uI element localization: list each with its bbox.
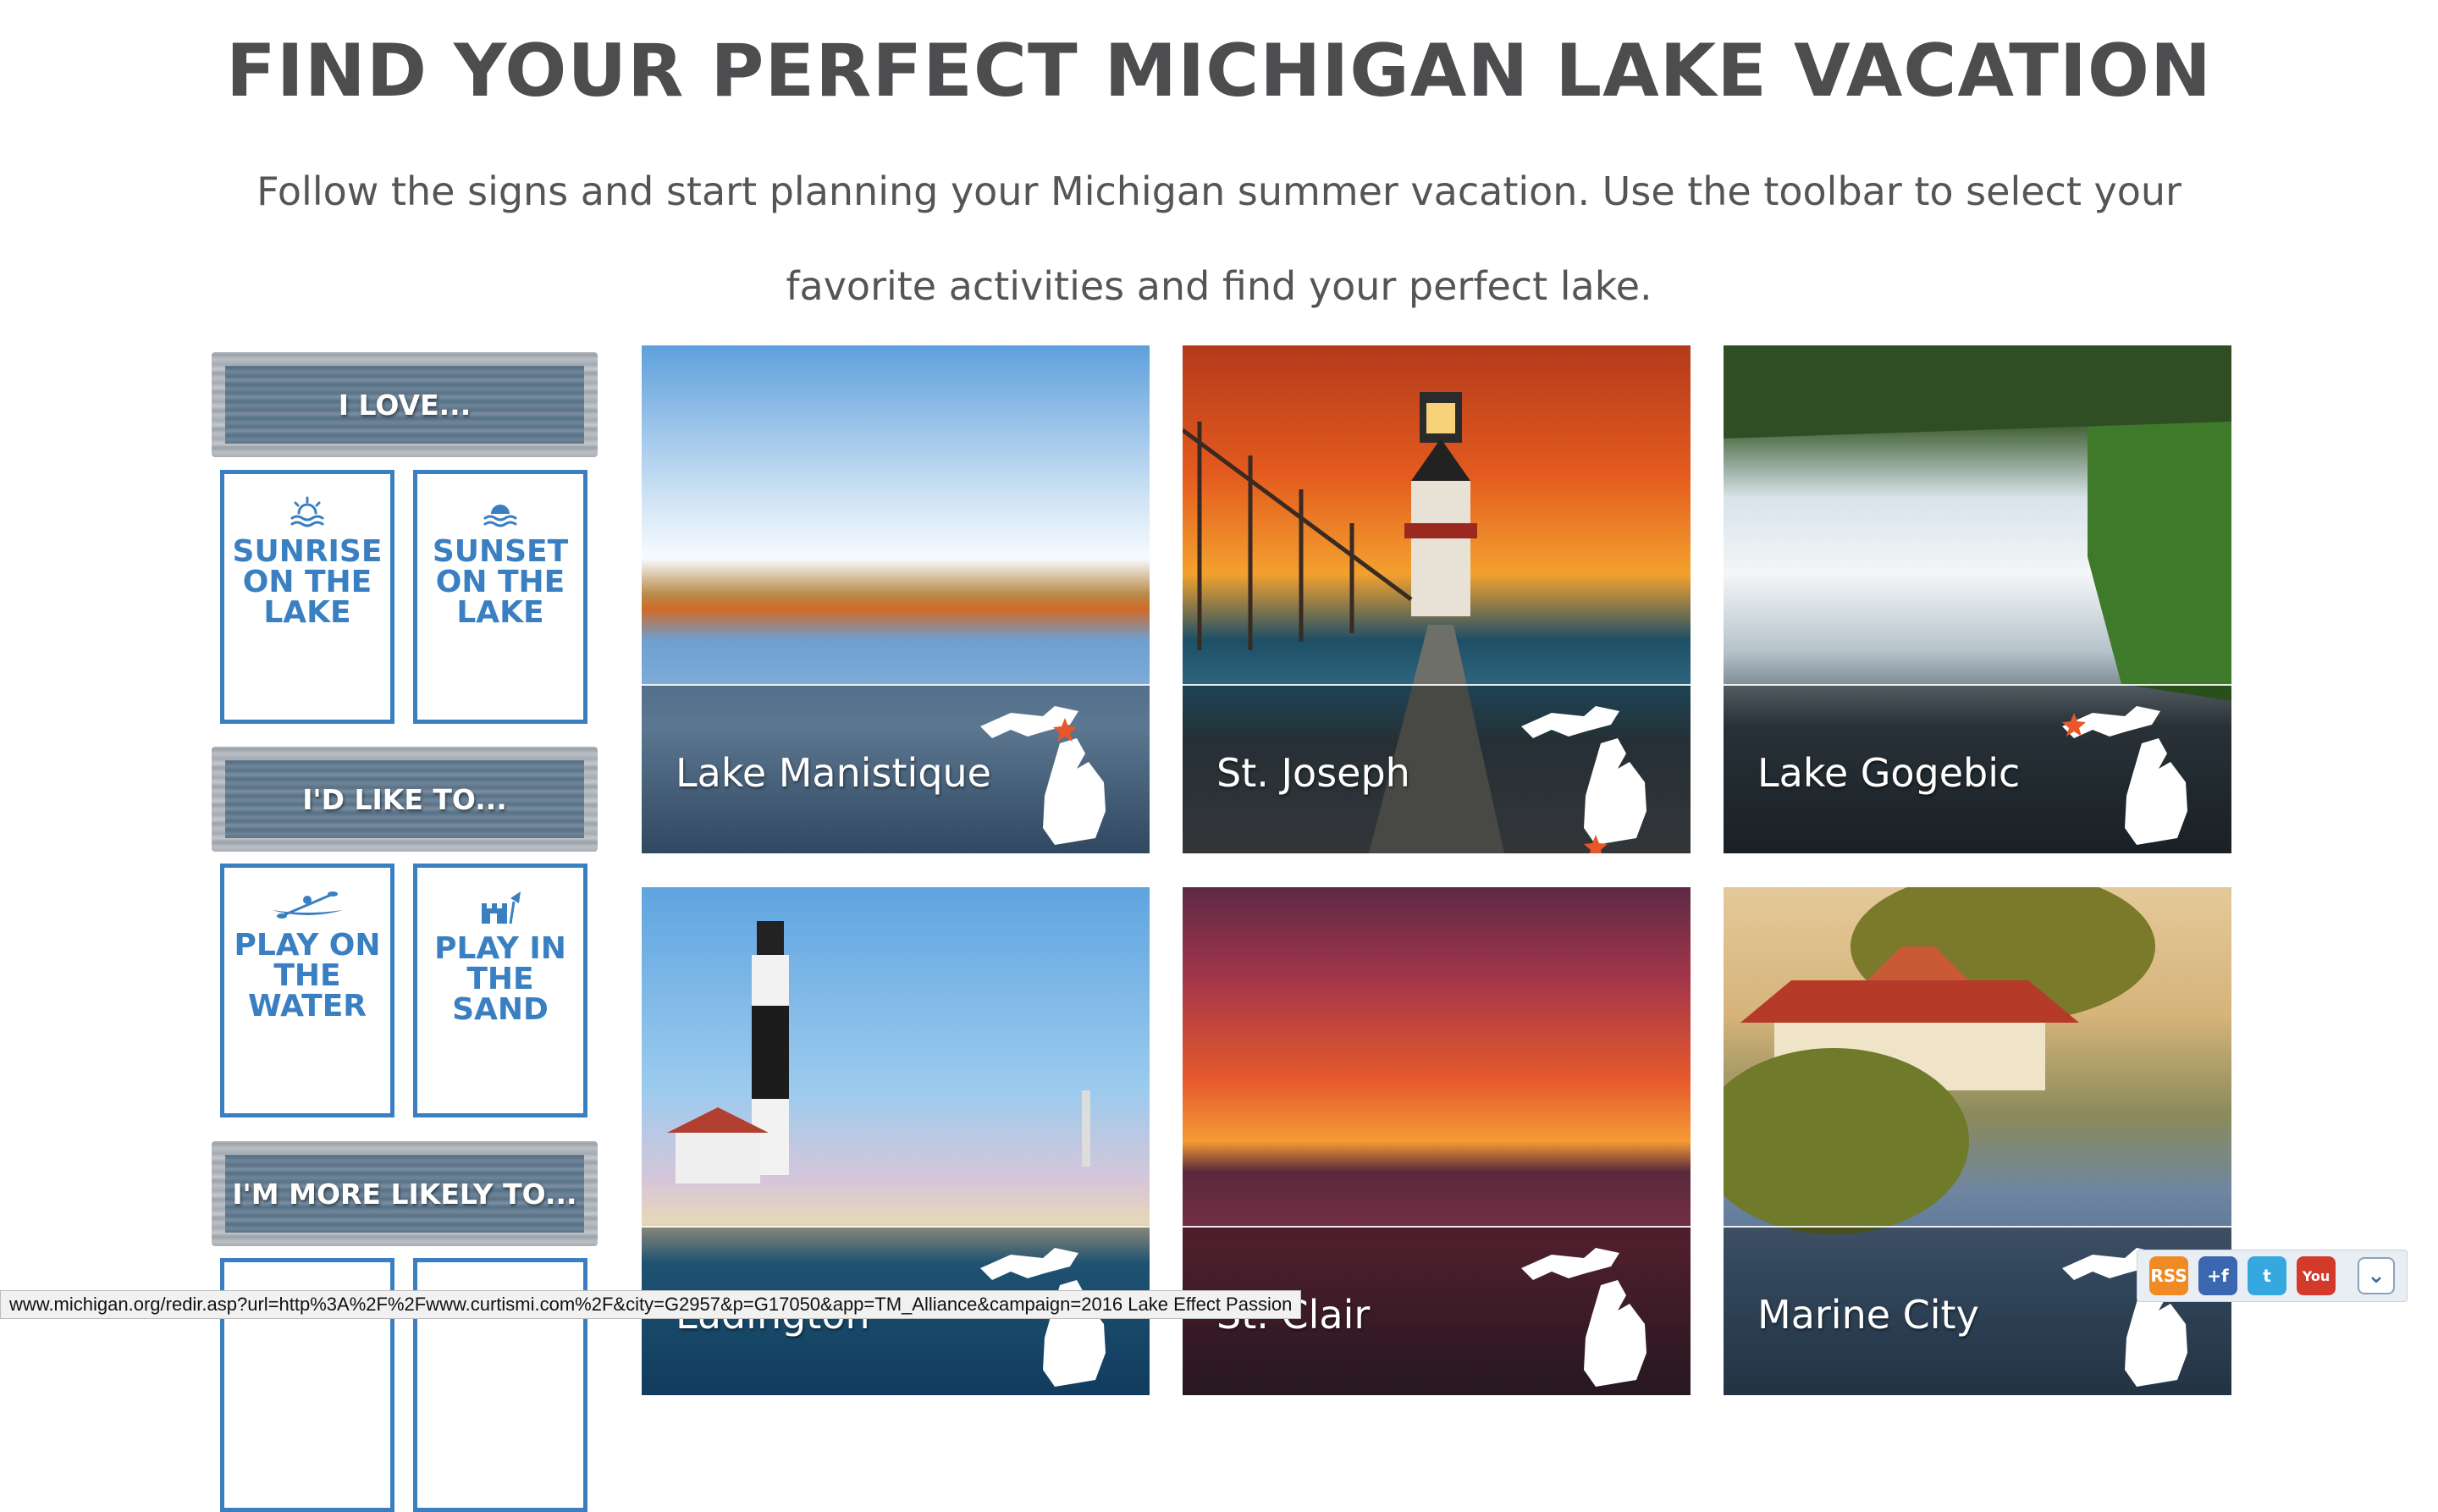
tile-label: PLAY IN THE SAND — [434, 931, 566, 1027]
sunset-icon — [483, 505, 517, 527]
lake-card-marine-city[interactable]: Marine City — [1724, 887, 2231, 1395]
lake-card-st-joseph[interactable]: St. Joseph — [1183, 345, 1691, 853]
michigan-map-icon — [2062, 706, 2187, 845]
page-subtitle: Follow the signs and start planning your… — [256, 168, 2182, 309]
tile-play-on-the-water[interactable]: PLAY ON THE WATER — [220, 864, 394, 1117]
tile-play-in-the-sand[interactable]: PLAY IN THE SAND — [413, 864, 587, 1117]
youtube-icon[interactable]: You — [2297, 1256, 2336, 1295]
rss-icon[interactable]: RSS — [2149, 1256, 2188, 1295]
status-bar-url: www.michigan.org/redir.asp?url=http%3A%2… — [0, 1290, 1302, 1319]
lake-name: Lake Manistique — [676, 750, 991, 796]
michigan-map-icon — [1521, 706, 1646, 853]
lake-card-manistique[interactable]: Lake Manistique — [642, 345, 1150, 853]
sign-i-love: I LOVE... — [212, 352, 598, 457]
lake-name: Lake Gogebic — [1757, 750, 2021, 796]
lake-card-st-clair[interactable]: St. Clair — [1183, 887, 1691, 1395]
lake-name: Marine City — [1757, 1292, 1979, 1338]
social-toolbar: RSS +f t You ⌄ — [2137, 1250, 2408, 1302]
michigan-map-icon — [980, 706, 1106, 845]
sign-id-like-to: I'D LIKE TO... — [212, 747, 598, 852]
kayak-icon — [272, 891, 343, 919]
sign-label: I LOVE... — [225, 366, 584, 444]
twitter-icon[interactable]: t — [2248, 1256, 2286, 1295]
tile-label: SUNRISE ON THE LAKE — [232, 534, 383, 630]
sunrise-icon — [290, 496, 324, 527]
michigan-map-icon — [980, 1248, 1106, 1387]
tile-sunrise-on-the-lake[interactable]: SUNRISE ON THE LAKE — [220, 470, 394, 724]
sign-label: I'M MORE LIKELY TO... — [225, 1155, 584, 1233]
michigan-map-icon — [1521, 1248, 1646, 1387]
page-title: FIND YOUR PERFECT MICHIGAN LAKE VACATION — [225, 29, 2212, 113]
google-plus-icon[interactable]: +f — [2198, 1256, 2237, 1295]
lake-name: St. Joseph — [1216, 750, 1410, 796]
sign-label: I'D LIKE TO... — [225, 760, 584, 838]
tile-label: PLAY ON THE WATER — [234, 928, 381, 1024]
lake-card-gogebic[interactable]: Lake Gogebic — [1724, 345, 2231, 853]
lake-card-ludington[interactable]: Ludington — [642, 887, 1150, 1395]
sandcastle-icon — [482, 891, 521, 924]
collapse-icon[interactable]: ⌄ — [2358, 1257, 2395, 1294]
tile-label: SUNSET ON THE LAKE — [432, 534, 569, 630]
tile-sunset-on-the-lake[interactable]: SUNSET ON THE LAKE — [413, 470, 587, 724]
sign-im-more-likely-to: I'M MORE LIKELY TO... — [212, 1141, 598, 1246]
